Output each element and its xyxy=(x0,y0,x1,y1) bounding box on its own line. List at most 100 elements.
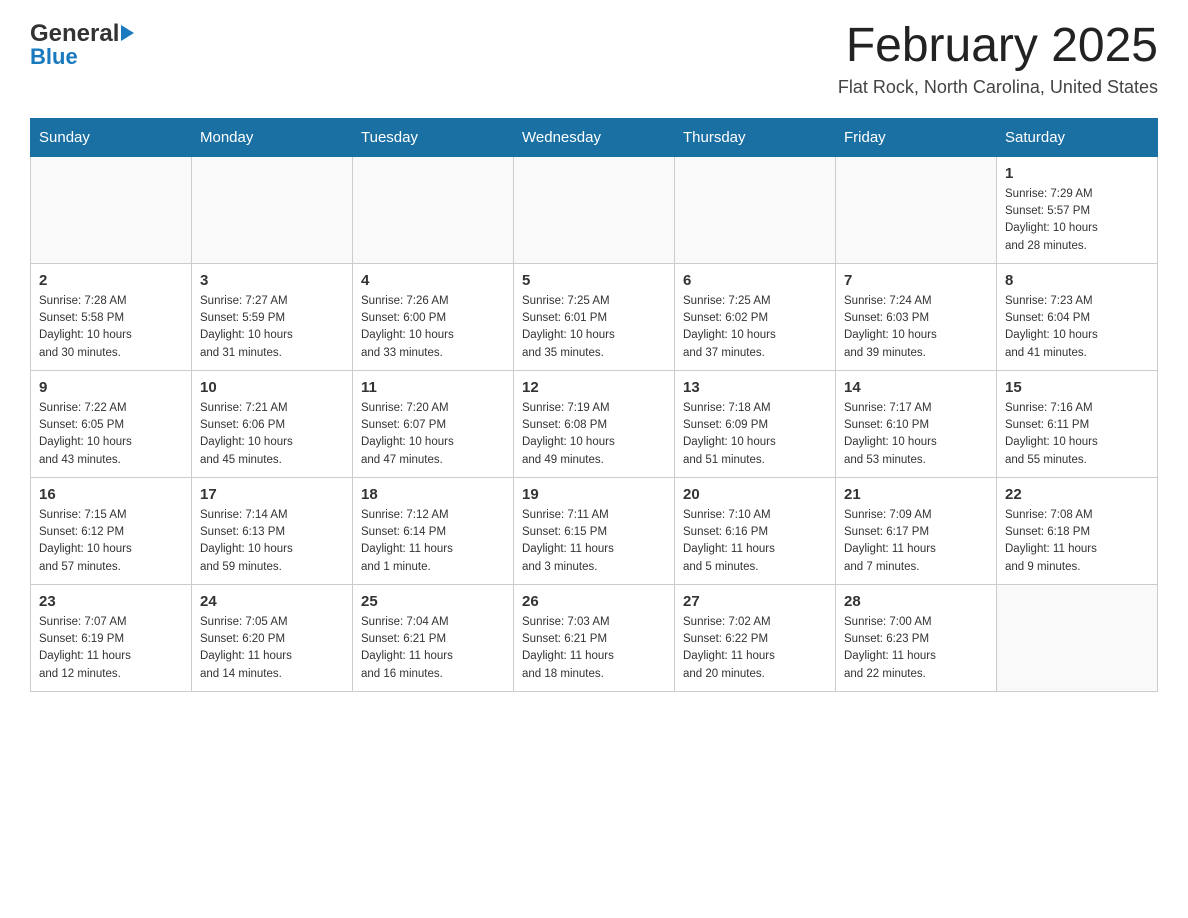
calendar-table: SundayMondayTuesdayWednesdayThursdayFrid… xyxy=(30,118,1158,692)
day-of-week-header: Friday xyxy=(836,118,997,156)
day-number: 11 xyxy=(361,379,505,396)
calendar-day-cell: 20 Sunrise: 7:10 AMSunset: 6:16 PMDayligh… xyxy=(675,477,836,584)
day-info: Sunrise: 7:05 AMSunset: 6:20 PMDaylight:… xyxy=(200,614,344,683)
month-title: February 2025 xyxy=(838,20,1158,73)
day-number: 15 xyxy=(1005,379,1149,396)
day-info: Sunrise: 7:27 AMSunset: 5:59 PMDaylight:… xyxy=(200,293,344,362)
day-number: 24 xyxy=(200,593,344,610)
calendar-day-cell: 17 Sunrise: 7:14 AMSunset: 6:13 PMDayligh… xyxy=(192,477,353,584)
day-number: 2 xyxy=(39,272,183,289)
day-info: Sunrise: 7:24 AMSunset: 6:03 PMDaylight:… xyxy=(844,293,988,362)
day-info: Sunrise: 7:09 AMSunset: 6:17 PMDaylight:… xyxy=(844,507,988,576)
day-number: 20 xyxy=(683,486,827,503)
calendar-day-cell: 5 Sunrise: 7:25 AMSunset: 6:01 PMDaylight… xyxy=(514,263,675,370)
day-info: Sunrise: 7:19 AMSunset: 6:08 PMDaylight:… xyxy=(522,400,666,469)
day-number: 10 xyxy=(200,379,344,396)
day-number: 28 xyxy=(844,593,988,610)
calendar-day-cell: 23 Sunrise: 7:07 AMSunset: 6:19 PMDayligh… xyxy=(31,584,192,691)
day-number: 18 xyxy=(361,486,505,503)
calendar-day-cell xyxy=(997,584,1158,691)
day-of-week-header: Saturday xyxy=(997,118,1158,156)
day-info: Sunrise: 7:29 AMSunset: 5:57 PMDaylight:… xyxy=(1005,186,1149,255)
calendar-day-cell xyxy=(675,156,836,263)
day-info: Sunrise: 7:07 AMSunset: 6:19 PMDaylight:… xyxy=(39,614,183,683)
day-number: 1 xyxy=(1005,165,1149,182)
calendar-day-cell: 10 Sunrise: 7:21 AMSunset: 6:06 PMDayligh… xyxy=(192,370,353,477)
calendar-day-cell: 21Sunrise: 7:09 AMSunset: 6:17 PMDayligh… xyxy=(836,477,997,584)
day-info: Sunrise: 7:02 AMSunset: 6:22 PMDaylight:… xyxy=(683,614,827,683)
logo-blue-text: Blue xyxy=(30,44,78,70)
day-info: Sunrise: 7:00 AMSunset: 6:23 PMDaylight:… xyxy=(844,614,988,683)
calendar-day-cell: 6 Sunrise: 7:25 AMSunset: 6:02 PMDaylight… xyxy=(675,263,836,370)
day-number: 27 xyxy=(683,593,827,610)
calendar-day-cell: 3 Sunrise: 7:27 AMSunset: 5:59 PMDaylight… xyxy=(192,263,353,370)
calendar-day-cell: 14 Sunrise: 7:17 AMSunset: 6:10 PMDayligh… xyxy=(836,370,997,477)
calendar-day-cell: 15 Sunrise: 7:16 AMSunset: 6:11 PMDayligh… xyxy=(997,370,1158,477)
calendar-day-cell: 9Sunrise: 7:22 AMSunset: 6:05 PMDaylight… xyxy=(31,370,192,477)
day-number: 13 xyxy=(683,379,827,396)
day-info: Sunrise: 7:25 AMSunset: 6:01 PMDaylight:… xyxy=(522,293,666,362)
calendar-day-cell: 1 Sunrise: 7:29 AMSunset: 5:57 PMDaylight… xyxy=(997,156,1158,263)
day-of-week-header: Monday xyxy=(192,118,353,156)
logo: General Blue xyxy=(30,20,134,70)
calendar-header-row: SundayMondayTuesdayWednesdayThursdayFrid… xyxy=(31,118,1158,156)
day-info: Sunrise: 7:16 AMSunset: 6:11 PMDaylight:… xyxy=(1005,400,1149,469)
calendar-day-cell: 12Sunrise: 7:19 AMSunset: 6:08 PMDayligh… xyxy=(514,370,675,477)
calendar-day-cell xyxy=(836,156,997,263)
calendar-day-cell: 13 Sunrise: 7:18 AMSunset: 6:09 PMDayligh… xyxy=(675,370,836,477)
day-info: Sunrise: 7:17 AMSunset: 6:10 PMDaylight:… xyxy=(844,400,988,469)
day-info: Sunrise: 7:03 AMSunset: 6:21 PMDaylight:… xyxy=(522,614,666,683)
day-number: 6 xyxy=(683,272,827,289)
page-header: General Blue February 2025 Flat Rock, No… xyxy=(30,20,1158,98)
calendar-day-cell xyxy=(192,156,353,263)
calendar-day-cell: 4 Sunrise: 7:26 AMSunset: 6:00 PMDaylight… xyxy=(353,263,514,370)
day-number: 9 xyxy=(39,379,183,396)
calendar-day-cell: 18 Sunrise: 7:12 AMSunset: 6:14 PMDayligh… xyxy=(353,477,514,584)
day-of-week-header: Wednesday xyxy=(514,118,675,156)
day-number: 4 xyxy=(361,272,505,289)
day-info: Sunrise: 7:21 AMSunset: 6:06 PMDaylight:… xyxy=(200,400,344,469)
day-info: Sunrise: 7:08 AMSunset: 6:18 PMDaylight:… xyxy=(1005,507,1149,576)
calendar-week-row: 2 Sunrise: 7:28 AMSunset: 5:58 PMDaylight… xyxy=(31,263,1158,370)
calendar-day-cell: 11 Sunrise: 7:20 AMSunset: 6:07 PMDayligh… xyxy=(353,370,514,477)
title-section: February 2025 Flat Rock, North Carolina,… xyxy=(838,20,1158,98)
day-number: 17 xyxy=(200,486,344,503)
calendar-day-cell: 26 Sunrise: 7:03 AMSunset: 6:21 PMDayligh… xyxy=(514,584,675,691)
calendar-day-cell: 28 Sunrise: 7:00 AMSunset: 6:23 PMDayligh… xyxy=(836,584,997,691)
day-info: Sunrise: 7:18 AMSunset: 6:09 PMDaylight:… xyxy=(683,400,827,469)
day-info: Sunrise: 7:04 AMSunset: 6:21 PMDaylight:… xyxy=(361,614,505,683)
day-info: Sunrise: 7:14 AMSunset: 6:13 PMDaylight:… xyxy=(200,507,344,576)
location-subtitle: Flat Rock, North Carolina, United States xyxy=(838,77,1158,98)
day-info: Sunrise: 7:11 AMSunset: 6:15 PMDaylight:… xyxy=(522,507,666,576)
day-number: 5 xyxy=(522,272,666,289)
day-of-week-header: Tuesday xyxy=(353,118,514,156)
day-number: 8 xyxy=(1005,272,1149,289)
day-number: 22 xyxy=(1005,486,1149,503)
day-of-week-header: Sunday xyxy=(31,118,192,156)
day-info: Sunrise: 7:12 AMSunset: 6:14 PMDaylight:… xyxy=(361,507,505,576)
day-number: 14 xyxy=(844,379,988,396)
day-number: 23 xyxy=(39,593,183,610)
calendar-day-cell: 25 Sunrise: 7:04 AMSunset: 6:21 PMDayligh… xyxy=(353,584,514,691)
calendar-day-cell xyxy=(514,156,675,263)
day-info: Sunrise: 7:26 AMSunset: 6:00 PMDaylight:… xyxy=(361,293,505,362)
calendar-week-row: 1 Sunrise: 7:29 AMSunset: 5:57 PMDaylight… xyxy=(31,156,1158,263)
day-number: 7 xyxy=(844,272,988,289)
calendar-week-row: 16 Sunrise: 7:15 AMSunset: 6:12 PMDayligh… xyxy=(31,477,1158,584)
day-info: Sunrise: 7:25 AMSunset: 6:02 PMDaylight:… xyxy=(683,293,827,362)
day-info: Sunrise: 7:20 AMSunset: 6:07 PMDaylight:… xyxy=(361,400,505,469)
calendar-day-cell: 27 Sunrise: 7:02 AMSunset: 6:22 PMDayligh… xyxy=(675,584,836,691)
day-info: Sunrise: 7:15 AMSunset: 6:12 PMDaylight:… xyxy=(39,507,183,576)
calendar-day-cell: 7 Sunrise: 7:24 AMSunset: 6:03 PMDaylight… xyxy=(836,263,997,370)
day-info: Sunrise: 7:10 AMSunset: 6:16 PMDaylight:… xyxy=(683,507,827,576)
day-info: Sunrise: 7:28 AMSunset: 5:58 PMDaylight:… xyxy=(39,293,183,362)
day-number: 26 xyxy=(522,593,666,610)
calendar-day-cell xyxy=(31,156,192,263)
day-number: 3 xyxy=(200,272,344,289)
logo-arrow-icon xyxy=(121,25,134,41)
calendar-day-cell: 2 Sunrise: 7:28 AMSunset: 5:58 PMDaylight… xyxy=(31,263,192,370)
day-number: 16 xyxy=(39,486,183,503)
day-number: 25 xyxy=(361,593,505,610)
calendar-day-cell: 19Sunrise: 7:11 AMSunset: 6:15 PMDayligh… xyxy=(514,477,675,584)
day-of-week-header: Thursday xyxy=(675,118,836,156)
